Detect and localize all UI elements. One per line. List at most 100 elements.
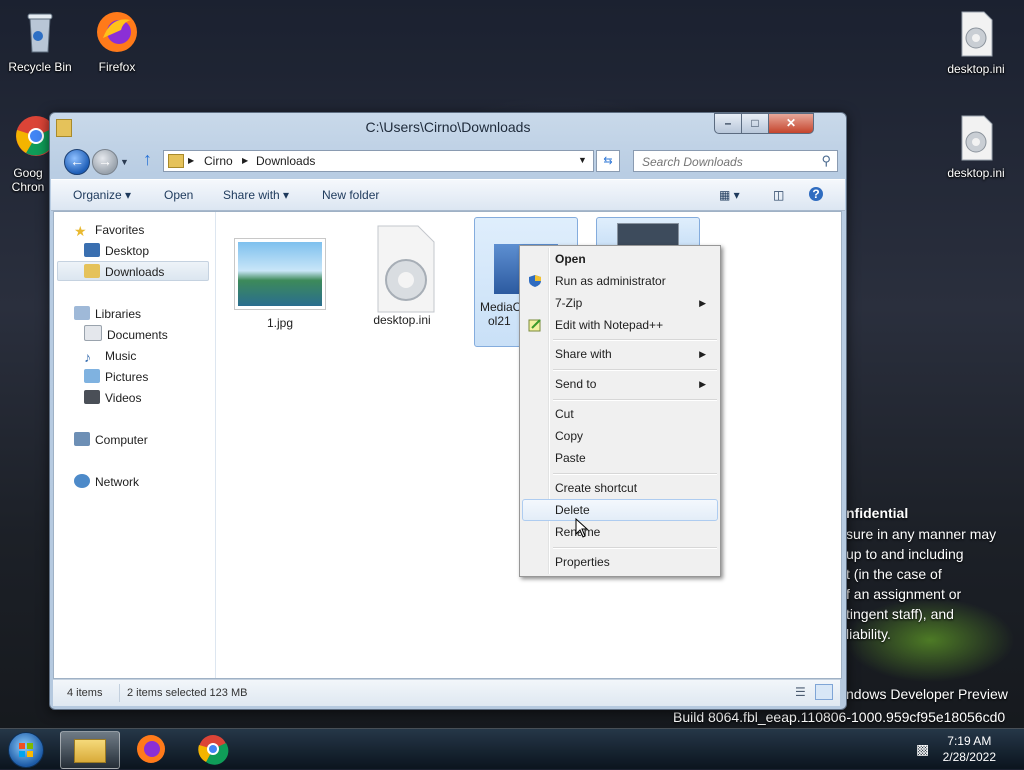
taskbar-firefox-button[interactable]	[122, 731, 180, 767]
computer-icon	[74, 432, 90, 446]
taskbar: ▩ 7:19 AM 2/28/2022	[0, 728, 1024, 769]
search-input[interactable]	[640, 154, 814, 170]
menu-item-edit-with-notepad[interactable]: Edit with Notepad++	[522, 315, 716, 335]
up-arrow-icon[interactable]: ↑	[143, 149, 152, 170]
forward-button[interactable]: →	[92, 149, 118, 175]
shield-icon	[528, 274, 542, 288]
menu-item-delete[interactable]: Delete	[522, 499, 718, 521]
desktop-icon-label: desktop.ini	[947, 62, 1005, 76]
clock-date: 2/28/2022	[942, 750, 996, 764]
arrow-left-icon: ←	[70, 153, 84, 169]
search-box[interactable]: ⚲	[633, 150, 838, 172]
preview-pane-button[interactable]: ◫	[773, 188, 784, 202]
menu-item-create-shortcut[interactable]: Create shortcut	[522, 478, 716, 498]
share-with-button[interactable]: Share with ▾	[223, 188, 289, 202]
menu-item-cut[interactable]: Cut	[522, 404, 716, 424]
organize-button[interactable]: Organize ▾	[73, 188, 131, 202]
sidebar-item-desktop[interactable]: Desktop	[84, 241, 149, 261]
menu-item-7zip[interactable]: 7-Zip ▶	[522, 293, 716, 313]
watermark-build: Build 8064.fbl_eeap.110806-1000.959cf95e…	[673, 709, 1006, 725]
explorer-folder-icon	[74, 739, 106, 763]
help-icon[interactable]: ?	[809, 187, 823, 201]
minimize-icon: –	[724, 116, 732, 130]
file-item[interactable]: desktop.ini	[354, 224, 450, 327]
folder-icon	[168, 154, 184, 168]
sidebar-item-favorites[interactable]: ★ Favorites	[74, 220, 144, 240]
package-icon	[617, 223, 679, 247]
back-button[interactable]: ←	[64, 149, 90, 175]
settings-file-icon	[952, 10, 1000, 58]
menu-separator	[553, 339, 717, 341]
address-bar[interactable]: ▶ Cirno ▶ Downloads ▼	[163, 150, 594, 172]
menu-item-rename[interactable]: Rename	[522, 522, 716, 542]
taskbar-explorer-button[interactable]	[60, 731, 120, 769]
menu-item-share-with[interactable]: Share with ▶	[522, 344, 716, 364]
videos-icon	[84, 390, 100, 404]
menu-separator	[553, 399, 717, 401]
minimize-button[interactable]: –	[714, 113, 742, 134]
start-button[interactable]	[8, 732, 44, 768]
taskbar-chrome-button[interactable]	[184, 731, 242, 767]
breadcrumb-downloads[interactable]: Downloads	[256, 154, 315, 168]
desktop-icon-desktop-ini-2[interactable]: desktop.ini	[936, 114, 1016, 180]
watermark-line: f an assignment or	[846, 586, 962, 602]
firefox-icon	[93, 8, 141, 56]
recent-pages-dropdown[interactable]: ▼	[120, 157, 129, 167]
close-button[interactable]: ✕	[768, 113, 814, 134]
context-menu: Open Run as administrator 7-Zip ▶ Edit wi…	[519, 245, 721, 577]
mouse-cursor-icon	[575, 517, 589, 541]
refresh-button[interactable]: ⇆	[596, 150, 620, 172]
maximize-button[interactable]: □	[741, 113, 769, 134]
menu-item-properties[interactable]: Properties	[522, 552, 716, 572]
sidebar-item-documents[interactable]: Documents	[84, 325, 168, 345]
search-icon[interactable]: ⚲	[821, 153, 831, 169]
desktop-icon-chrome[interactable]: Goog Chron	[0, 114, 56, 194]
desktop-icon-label: Firefox	[98, 60, 136, 74]
explorer-window: C:\Users\Cirno\Downloads – □ ✕ ← → ▼ ↑ ▶…	[49, 112, 847, 710]
sidebar-item-network[interactable]: Network	[74, 472, 139, 492]
new-folder-button[interactable]: New folder	[322, 188, 379, 202]
submenu-arrow-icon: ▶	[699, 349, 706, 359]
sidebar-item-videos[interactable]: Videos	[84, 388, 141, 408]
desktop-icon-firefox[interactable]: Firefox	[77, 8, 157, 74]
item-count: 4 items	[67, 687, 103, 699]
address-dropdown-icon[interactable]: ▼	[578, 155, 587, 165]
navigation-pane: ★ Favorites Desktop Downloads Libraries D…	[54, 212, 216, 678]
star-icon: ★	[74, 223, 87, 239]
network-tray-icon[interactable]: ▩	[916, 741, 929, 758]
submenu-arrow-icon: ▶	[699, 298, 706, 308]
open-button[interactable]: Open	[164, 188, 193, 202]
desktop-icon-recycle-bin[interactable]: Recycle Bin	[0, 8, 80, 74]
sidebar-item-pictures[interactable]: Pictures	[84, 367, 148, 387]
details-view-icon[interactable]: ☰	[795, 685, 806, 699]
sidebar-item-libraries[interactable]: Libraries	[74, 304, 141, 324]
command-bar: Organize ▾ Open Share with ▾ New folder …	[51, 179, 845, 211]
menu-item-paste[interactable]: Paste	[522, 448, 716, 468]
menu-item-run-as-administrator[interactable]: Run as administrator	[522, 271, 716, 291]
windows-logo-icon	[19, 743, 33, 757]
desktop-icon-label: Goog Chron	[11, 166, 45, 194]
large-icons-view-icon[interactable]	[815, 684, 833, 700]
status-bar: 4 items 2 items selected 123 MB ☰	[53, 679, 840, 706]
menu-item-send-to[interactable]: Send to ▶	[522, 374, 716, 394]
desktop-icon-label: Recycle Bin	[8, 60, 72, 74]
menu-item-open[interactable]: Open	[522, 249, 716, 269]
desktop-icon-label: desktop.ini	[947, 166, 1005, 180]
system-clock[interactable]: 7:19 AM 2/28/2022	[943, 733, 996, 765]
watermark-line: sure in any manner may	[846, 526, 997, 542]
documents-icon	[84, 325, 102, 341]
desktop-icon	[84, 243, 100, 257]
menu-separator	[553, 547, 717, 549]
divider	[119, 684, 120, 702]
menu-item-copy[interactable]: Copy	[522, 426, 716, 446]
menu-separator	[553, 369, 717, 371]
desktop-icon-desktop-ini-1[interactable]: desktop.ini	[936, 10, 1016, 76]
file-item[interactable]: 1.jpg	[232, 238, 328, 330]
change-view-button[interactable]: ▦ ▾	[719, 188, 740, 202]
close-icon: ✕	[785, 116, 797, 130]
arrow-right-icon: →	[98, 153, 112, 169]
sidebar-item-computer[interactable]: Computer	[74, 430, 148, 450]
sidebar-item-music[interactable]: ♪ Music	[84, 346, 136, 366]
sidebar-item-downloads[interactable]: Downloads	[57, 261, 209, 281]
breadcrumb-cirno[interactable]: Cirno	[204, 154, 233, 168]
